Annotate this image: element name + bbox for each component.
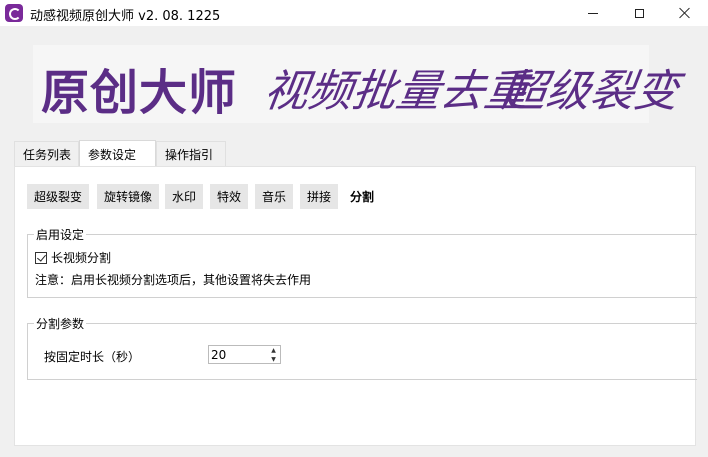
long-video-split-checkbox-row[interactable]: 长视频分割: [35, 249, 111, 266]
close-icon: [679, 7, 691, 19]
subtab-effects[interactable]: 特效: [210, 184, 249, 209]
settings-panel: 超级裂变 旋转镜像 水印 特效 音乐 拼接 分割 启用设定 长视频分割 注意：启…: [14, 166, 697, 446]
enable-settings-group: 启用设定 长视频分割 注意：启用长视频分割选项后，其他设置将失去作用: [27, 226, 697, 298]
window-title: 动感视频原创大师 v2. 08. 1225: [30, 9, 221, 24]
caret-down-icon[interactable]: ▼: [267, 355, 280, 363]
subtab-music[interactable]: 音乐: [255, 184, 294, 209]
banner-main-text: 原创大师: [41, 65, 238, 121]
subtab-splice[interactable]: 拼接: [300, 184, 339, 209]
fixed-duration-label: 按固定时长（秒）: [44, 350, 141, 364]
tab-operation-guide[interactable]: 操作指引: [156, 141, 226, 167]
maximize-button[interactable]: [616, 0, 662, 26]
title-bar: 动感视频原创大师 v2. 08. 1225: [0, 0, 708, 26]
caret-up-icon[interactable]: ▲: [267, 346, 280, 354]
fixed-duration-stepper[interactable]: ▲ ▼: [208, 345, 281, 364]
enable-settings-title: 启用设定: [34, 226, 87, 243]
long-video-split-label: 长视频分割: [51, 251, 112, 265]
split-note: 注意：启用长视频分割选项后，其他设置将失去作用: [35, 273, 312, 287]
subtab-watermark[interactable]: 水印: [165, 184, 204, 209]
subtab-rotate-mirror[interactable]: 旋转镜像: [97, 184, 160, 209]
tab-parameter-settings[interactable]: 参数设定: [79, 140, 156, 167]
long-video-split-checkbox[interactable]: [35, 251, 47, 264]
maximize-icon: [634, 8, 644, 18]
subtab-split[interactable]: 分割: [343, 184, 382, 209]
app-logo-icon: [5, 4, 23, 22]
minimize-button[interactable]: [570, 0, 616, 26]
banner-sub-text-1: 视频批量去重: [260, 66, 532, 117]
tab-task-list[interactable]: 任务列表: [14, 141, 79, 167]
close-button[interactable]: [662, 0, 708, 26]
banner: 原创大师 视频批量去重 超级裂变: [33, 45, 682, 123]
split-params-title: 分割参数: [34, 315, 87, 332]
banner-sub-text-2: 超级裂变: [498, 66, 682, 117]
stepper-buttons: ▲ ▼: [267, 346, 280, 363]
split-params-group: 分割参数 按固定时长（秒） ▲ ▼: [27, 315, 697, 380]
fixed-duration-input[interactable]: [211, 347, 267, 362]
minimize-icon: [588, 12, 598, 14]
subtab-super-fission[interactable]: 超级裂变: [27, 184, 90, 209]
